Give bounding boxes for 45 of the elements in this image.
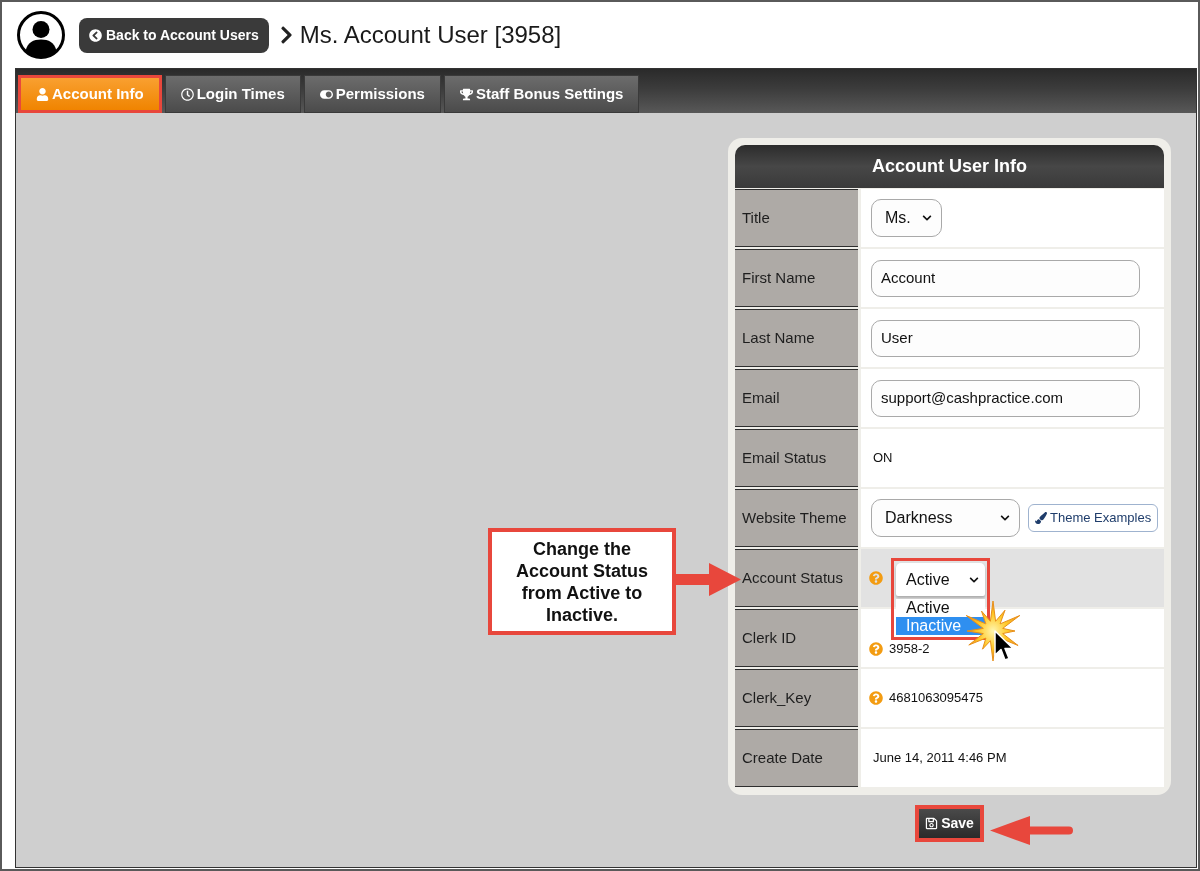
tab[interactable]: Permissions xyxy=(303,75,441,113)
toggle-icon xyxy=(319,87,333,101)
field-value: ON xyxy=(873,449,893,468)
caret-icon xyxy=(922,213,932,223)
field-label: Account Status xyxy=(735,549,858,607)
user-icon xyxy=(36,87,49,101)
input-field[interactable]: Account xyxy=(871,259,1140,297)
card-header: Account User Info xyxy=(735,145,1164,188)
chevron-left-icon xyxy=(89,28,102,42)
help-icon[interactable] xyxy=(869,691,883,705)
clock-icon xyxy=(180,87,194,101)
field-label: Email Status xyxy=(735,429,858,487)
paintbrush-icon xyxy=(1035,512,1047,524)
back-button[interactable]: Back to Account Users xyxy=(79,17,269,53)
input-field[interactable]: User xyxy=(871,319,1140,357)
tab[interactable]: Staff Bonus Settings xyxy=(443,75,640,113)
tab[interactable]: Login Times xyxy=(164,75,301,113)
field-label: Clerk ID xyxy=(735,609,858,667)
field-label: Create Date xyxy=(735,729,858,787)
help-icon[interactable] xyxy=(869,642,883,656)
save-icon xyxy=(925,817,939,830)
field-value: June 14, 2011 4:46 PM xyxy=(873,749,1007,768)
field-label: Last Name xyxy=(735,309,858,367)
field-label: Clerk_Key xyxy=(735,669,858,727)
field-value: 4681063095475 xyxy=(889,689,983,708)
dropdown[interactable]: Darkness xyxy=(871,499,1020,537)
help-icon[interactable] xyxy=(869,571,883,585)
examples-button[interactable]: Theme Examples xyxy=(1028,504,1159,532)
avatar-icon xyxy=(17,11,65,59)
trophy-icon xyxy=(459,87,473,101)
dropdown[interactable]: Active xyxy=(896,563,985,596)
caret-icon xyxy=(1000,513,1010,523)
field-label: Website Theme xyxy=(735,489,858,547)
cursor-icon xyxy=(994,630,1014,662)
page-title: Ms. Account User [3958] xyxy=(299,20,562,50)
caret-icon xyxy=(969,574,979,585)
field-label: Email xyxy=(735,369,858,427)
dropdown[interactable]: Ms. xyxy=(871,199,942,237)
chevron-right-icon xyxy=(278,25,294,45)
field-value: 3958-2 xyxy=(889,640,930,659)
field-label: First Name xyxy=(735,249,858,307)
field-label: Title xyxy=(735,189,858,247)
input-field[interactable]: support@cashpractice.com xyxy=(871,379,1140,417)
callout-text: Change the Account Status from Active to Inactive. xyxy=(515,537,649,626)
save-button[interactable]: Save xyxy=(915,805,984,842)
